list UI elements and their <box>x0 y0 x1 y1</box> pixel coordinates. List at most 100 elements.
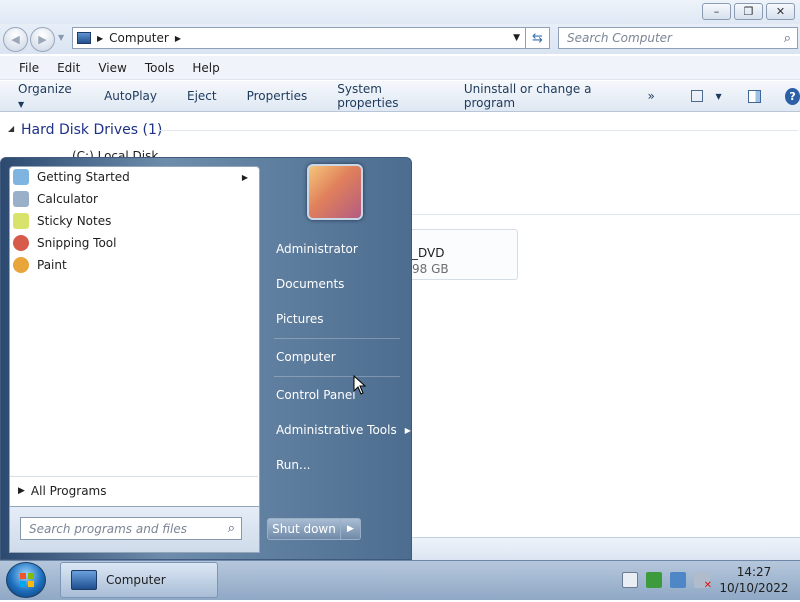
more-commands-button[interactable]: » <box>640 89 663 103</box>
program-getting-started[interactable]: Getting Started ▶ <box>10 166 258 188</box>
program-snipping-tool[interactable]: Snipping Tool <box>10 232 258 254</box>
minimize-icon: – <box>713 5 720 18</box>
minimize-button[interactable]: – <box>702 3 731 20</box>
menu-edit[interactable]: Edit <box>57 61 86 75</box>
breadcrumb-computer[interactable]: Computer <box>109 31 169 45</box>
clock[interactable]: 14:27 10/10/2022 <box>714 564 794 598</box>
chevron-down-icon: ▼ <box>18 100 25 109</box>
menu-file[interactable]: File <box>19 61 45 75</box>
program-paint[interactable]: Paint <box>10 254 258 276</box>
muted-x-icon: ✕ <box>703 580 712 591</box>
network-icon[interactable] <box>670 572 686 588</box>
computer-icon <box>77 32 91 44</box>
change-view-icon[interactable] <box>690 90 704 102</box>
forward-button[interactable]: ▶ <box>30 27 55 52</box>
all-programs-label: All Programs <box>30 483 107 498</box>
dvd-drive-label: _DVD <box>412 246 445 260</box>
right-item-control-panel[interactable]: Control Panel <box>276 385 356 405</box>
start-button[interactable] <box>6 562 46 598</box>
volume-muted-icon[interactable]: ✕ <box>694 572 712 591</box>
program-label: Calculator <box>37 192 98 206</box>
collapse-section-icon[interactable]: ◢ <box>8 124 14 133</box>
address-bar[interactable]: ▶ Computer ▶ ▼ <box>72 27 526 49</box>
details-pane <box>412 537 800 560</box>
all-programs-button[interactable]: ▶ All Programs <box>10 476 258 504</box>
command-bar: Organize ▼ AutoPlay Eject Properties Sys… <box>0 81 800 112</box>
program-sticky-notes[interactable]: Sticky Notes <box>10 210 258 232</box>
program-label: Snipping Tool <box>37 236 117 250</box>
close-icon: ✕ <box>775 5 786 18</box>
close-button[interactable]: ✕ <box>766 3 795 20</box>
paint-icon <box>13 257 29 273</box>
window-titlebar <box>0 0 800 24</box>
shutdown-options-button[interactable]: ▶ <box>340 518 361 540</box>
system-properties-button[interactable]: System properties <box>322 82 449 110</box>
refresh-button[interactable]: ⇆ <box>526 27 550 49</box>
right-item-administrative-tools[interactable]: Administrative Tools ▶ <box>276 420 411 440</box>
program-label: Getting Started <box>37 170 130 184</box>
search-input[interactable]: Search Computer <box>567 31 672 45</box>
refresh-icon: ⇆ <box>532 30 543 46</box>
section-divider-2 <box>400 214 800 215</box>
start-search-input[interactable]: Search programs and files <box>29 522 187 536</box>
right-item-label: Administrative Tools <box>276 423 397 437</box>
search-icon[interactable]: ⌕ <box>228 521 235 536</box>
taskbar-button-computer[interactable]: Computer <box>60 562 218 598</box>
computer-icon <box>71 570 97 590</box>
clock-time: 14:27 <box>736 565 772 579</box>
forward-arrow-icon: ▶ <box>38 33 47 46</box>
program-calculator[interactable]: Calculator <box>10 188 258 210</box>
menu-view[interactable]: View <box>98 61 132 75</box>
start-search-box[interactable]: Search programs and files ⌕ <box>20 517 242 540</box>
windows-logo-icon <box>20 573 34 587</box>
submenu-arrow-icon: ▶ <box>241 172 248 182</box>
submenu-arrow-icon: ▶ <box>404 425 411 435</box>
right-item-administrator[interactable]: Administrator <box>276 239 358 259</box>
autoplay-button[interactable]: AutoPlay <box>89 89 172 103</box>
back-button[interactable]: ◀ <box>3 27 28 52</box>
help-icon[interactable]: ? <box>785 87 800 105</box>
clock-date: 10/10/2022 <box>719 581 789 595</box>
mouse-cursor-icon <box>353 375 367 395</box>
user-picture[interactable] <box>307 164 363 220</box>
properties-button[interactable]: Properties <box>232 89 323 103</box>
calculator-icon <box>13 191 29 207</box>
snipping-tool-icon <box>13 235 29 251</box>
preview-pane-icon[interactable] <box>747 89 762 103</box>
menu-help[interactable]: Help <box>192 61 225 75</box>
security-shield-icon[interactable] <box>646 572 662 588</box>
section-header-hard-disk-drives[interactable]: Hard Disk Drives (1) <box>21 122 162 138</box>
sticky-notes-icon <box>13 213 29 229</box>
search-icon[interactable]: ⌕ <box>784 31 791 46</box>
breadcrumb-chevron-icon[interactable]: ▶ <box>175 34 181 43</box>
program-label: Paint <box>37 258 67 272</box>
view-dropdown-icon[interactable]: ▼ <box>715 92 721 101</box>
shutdown-arrow-icon: ▶ <box>347 524 354 534</box>
program-label: Sticky Notes <box>37 214 112 228</box>
breadcrumb-separator-icon: ▶ <box>97 33 104 43</box>
organize-button[interactable]: Organize ▼ <box>0 82 89 110</box>
shutdown-button[interactable]: Shut down <box>267 518 341 540</box>
right-separator <box>274 338 400 339</box>
uninstall-program-button[interactable]: Uninstall or change a program <box>449 82 640 110</box>
restore-icon: ❐ <box>743 5 754 18</box>
action-center-icon[interactable] <box>622 572 638 588</box>
menu-bar: File Edit View Tools Help <box>0 56 800 80</box>
right-separator <box>274 376 400 377</box>
back-arrow-icon: ◀ <box>11 33 20 46</box>
organize-label: Organize <box>18 82 72 96</box>
right-item-documents[interactable]: Documents <box>276 274 344 294</box>
eject-button[interactable]: Eject <box>172 89 232 103</box>
taskbar-button-label: Computer <box>106 573 166 587</box>
search-box[interactable]: Search Computer ⌕ <box>558 27 798 49</box>
dvd-drive-size: 98 GB <box>412 262 449 276</box>
recent-pages-dropdown[interactable]: ▼ <box>58 33 64 42</box>
right-item-run[interactable]: Run... <box>276 455 310 475</box>
menu-tools[interactable]: Tools <box>145 61 181 75</box>
maximize-button[interactable]: ❐ <box>734 3 763 20</box>
right-item-pictures[interactable]: Pictures <box>276 309 324 329</box>
address-dropdown-icon[interactable]: ▼ <box>513 33 520 43</box>
getting-started-icon <box>13 169 29 185</box>
all-programs-arrow-icon: ▶ <box>18 485 25 496</box>
right-item-computer[interactable]: Computer <box>276 347 336 367</box>
